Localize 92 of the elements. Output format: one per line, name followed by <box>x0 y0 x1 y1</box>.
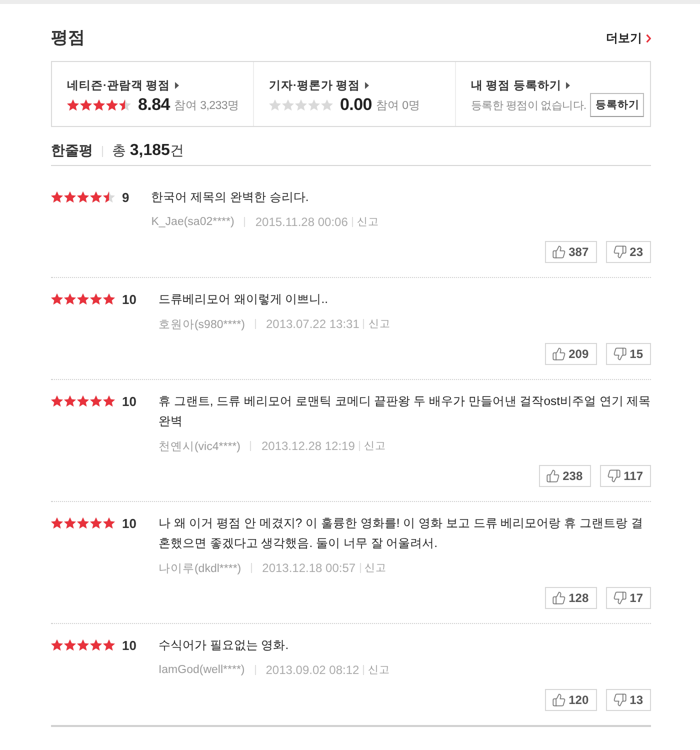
review-score: 9 <box>122 190 130 204</box>
like-button[interactable]: 238 <box>538 465 591 487</box>
thumbs-down-icon <box>612 347 627 361</box>
star-icon <box>103 191 115 203</box>
review-author: 나이루(dkdl****) <box>158 562 242 576</box>
register-rating-link[interactable]: 내 평점 등록하기 <box>471 77 570 93</box>
star-icon <box>90 191 102 203</box>
dislike-button[interactable]: 17 <box>606 587 651 609</box>
star-icon <box>64 395 76 407</box>
star-icon <box>90 395 102 407</box>
review-text: 나 왜 이거 평점 안 메겼지? 이 훌륭한 영화를! 이 영화 보고 드류 베리모어랑 휴 그랜트랑 결혼했으면 좋겠다고 생각했음. 둘이 너무 잘 어울려서. <box>158 515 644 552</box>
thumbs-up-icon <box>552 693 566 707</box>
star-icon <box>103 293 115 305</box>
star-icon <box>64 639 76 651</box>
register-button[interactable]: 등록하기 <box>590 93 644 117</box>
review-score: 10 <box>122 394 136 408</box>
caret-icon <box>566 82 570 88</box>
thumbs-down-icon <box>606 469 621 483</box>
star-icon <box>119 99 131 111</box>
star-icon <box>51 293 63 305</box>
review-text: 드류베리모어 왜이렇게 이쁘니.. <box>158 291 330 308</box>
review-date: 2013.12.28 12:19 <box>261 439 355 453</box>
star-icon <box>269 99 281 111</box>
star-icon <box>51 639 63 651</box>
review-text: 휴 그랜트, 드류 베리모어 로맨틱 코메디 끝판왕 두 배우가 만들어낸 걸작ost비주얼 연기 제목 완벽 <box>158 393 651 430</box>
thumbs-up-icon <box>552 591 566 605</box>
rating-score: 8.84 <box>138 95 170 115</box>
like-button[interactable]: 387 <box>544 241 597 263</box>
star-icon <box>90 639 102 651</box>
star-icon <box>103 517 115 529</box>
participant-count: 참여 3,233명 <box>174 98 240 112</box>
star-icon <box>51 517 63 529</box>
participant-count: 참여 0명 <box>376 98 420 112</box>
thumbs-down-icon <box>612 245 627 259</box>
review-date: 2015.11.28 00:06 <box>255 215 348 229</box>
review-author: K_Jae(sa02****) <box>151 216 234 228</box>
thumbs-down-icon <box>612 693 627 707</box>
like-button[interactable]: 209 <box>544 343 597 365</box>
star-icon <box>51 191 63 203</box>
thumbs-up-icon <box>552 347 566 361</box>
star-icon <box>64 517 76 529</box>
star-icon <box>103 395 115 407</box>
review-author: IamGod(well****) <box>158 664 245 676</box>
review-text: 수식어가 필요없는 영화. <box>158 637 290 654</box>
thumbs-up-icon <box>546 469 560 483</box>
star-icon <box>64 293 76 305</box>
caret-icon <box>365 82 370 88</box>
star-icon <box>77 395 89 407</box>
like-button[interactable]: 128 <box>544 587 597 609</box>
dislike-button[interactable]: 15 <box>606 343 651 365</box>
thumbs-up-icon <box>552 245 566 259</box>
rating-link[interactable]: 네티즌·관람객 평점 <box>67 77 180 93</box>
star-icon <box>64 191 76 203</box>
more-link[interactable]: 더보기 <box>606 30 651 46</box>
review-author: 천옌시(vic4****) <box>158 440 240 454</box>
review-date: 2013.12.18 00:57 <box>262 561 356 575</box>
review-author: 호원아(s980****) <box>158 318 245 332</box>
star-icon <box>321 99 333 111</box>
dislike-button[interactable]: 13 <box>606 689 651 711</box>
star-icon <box>282 99 294 111</box>
star-icon <box>106 99 118 111</box>
comments-title: 한줄평 <box>51 142 93 160</box>
star-icon <box>103 639 115 651</box>
caret-icon <box>175 82 180 88</box>
rating-link[interactable]: 기자·평론가 평점 <box>269 77 370 93</box>
star-icon <box>51 395 63 407</box>
star-icon <box>77 191 89 203</box>
thumbs-down-icon <box>612 591 627 605</box>
rating-score: 0.00 <box>340 95 372 115</box>
dislike-button[interactable]: 117 <box>600 465 651 487</box>
star-icon <box>80 99 92 111</box>
star-icon <box>295 99 307 111</box>
star-icon <box>93 99 105 111</box>
section-title: 평점 <box>51 27 85 49</box>
star-icon <box>77 293 89 305</box>
review-score: 10 <box>122 292 136 306</box>
dislike-button[interactable]: 23 <box>606 241 651 263</box>
like-button[interactable]: 120 <box>544 689 597 711</box>
review-date: 2013.09.02 08:12 <box>266 663 360 677</box>
review-date: 2013.07.22 13:31 <box>266 317 360 331</box>
comment-total: 총 3,185건 <box>112 142 184 160</box>
star-icon <box>77 517 89 529</box>
review-text: 한국어 제목의 완벽한 승리다. <box>151 189 310 206</box>
review-score: 10 <box>122 638 136 652</box>
star-icon <box>67 99 79 111</box>
star-icon <box>90 293 102 305</box>
review-score: 10 <box>122 516 136 530</box>
no-rating-message: 등록한 평점이 없습니다. <box>471 98 586 112</box>
star-icon <box>90 517 102 529</box>
star-icon <box>77 639 89 651</box>
star-icon <box>308 99 320 111</box>
chevron-right-icon <box>646 34 651 42</box>
